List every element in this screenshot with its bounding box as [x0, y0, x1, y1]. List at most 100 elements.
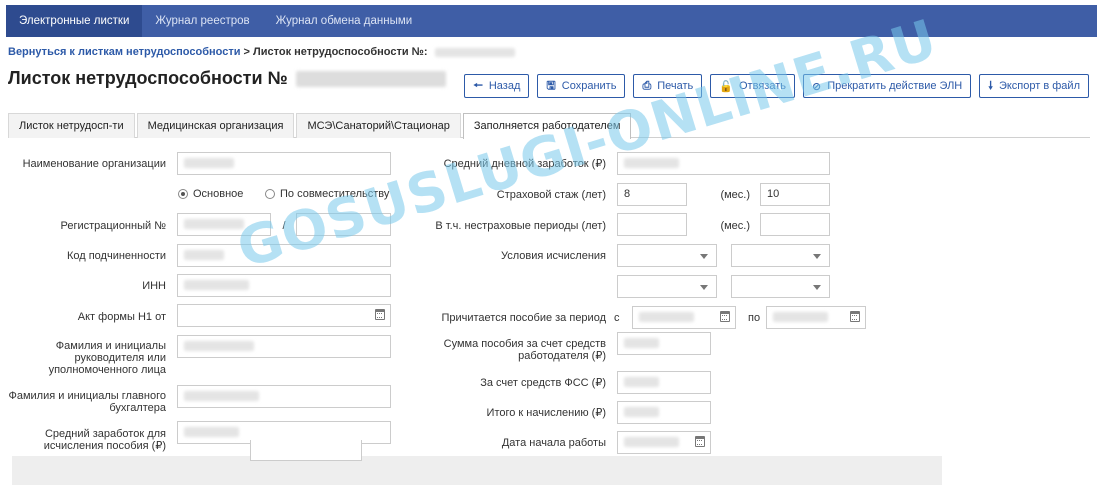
nav-item-exchange-journal[interactable]: Журнал обмена данными	[263, 5, 426, 37]
start-date-label: Дата начала работы	[501, 437, 606, 449]
breadcrumb-back-link[interactable]: Вернуться к листкам нетрудоспособности	[8, 46, 240, 58]
non-insurance-months-field[interactable]	[760, 213, 830, 236]
export-button-label: Экспорт в файл	[998, 80, 1080, 92]
ban-icon: ⊘	[811, 80, 822, 93]
redacted-value	[184, 427, 239, 438]
redacted-value	[773, 312, 828, 323]
daily-earnings-label: Средний дневной заработок (₽)	[443, 158, 606, 170]
total-label: Итого к начислению (₽)	[486, 407, 606, 419]
non-insurance-months-unit: (мес.)	[720, 220, 750, 232]
radio-unchecked-icon	[265, 189, 275, 199]
fss-label: За счет средств ФСС (₽)	[480, 377, 606, 389]
nav-item-electronic-sheets[interactable]: Электронные листки	[6, 5, 143, 37]
redacted-value	[624, 407, 659, 418]
redacted-value	[624, 437, 679, 448]
top-navigation: Электронные листки Журнал реестров Журна…	[6, 5, 1097, 37]
radio-main[interactable]: Основное	[178, 188, 243, 200]
subordination-field[interactable]	[177, 244, 391, 267]
footer-strip	[12, 456, 942, 485]
act-label: Акт формы Н1 от	[77, 311, 166, 323]
reg-num-field[interactable]	[177, 213, 271, 236]
floppy-disk-icon: 🖫	[546, 79, 556, 92]
redacted-value	[624, 158, 679, 169]
fss-field[interactable]	[617, 371, 711, 394]
print-button[interactable]: ⎙ Печать	[633, 74, 703, 98]
redacted-value	[184, 391, 259, 402]
back-button[interactable]: 🠔 Назад	[464, 74, 530, 98]
employer-sum-label: Сумма пособия за счет средств работодате…	[443, 338, 606, 362]
arrow-left-icon: 🠔	[473, 79, 483, 92]
conditions-select-4[interactable]	[731, 275, 830, 298]
calendar-icon[interactable]	[850, 311, 860, 322]
employer-sum-field[interactable]	[617, 332, 711, 355]
terminate-eln-button-label: Прекратить действие ЭЛН	[827, 80, 963, 92]
redacted-value	[639, 312, 694, 323]
period-from-label: с	[614, 312, 620, 324]
inn-field[interactable]	[177, 274, 391, 297]
reg-num-separator: /	[282, 220, 286, 232]
redacted-value	[184, 250, 224, 261]
period-to-field[interactable]	[766, 306, 866, 329]
tab-mse-sanatorium[interactable]: МСЭ\Санаторий\Стационар	[296, 113, 461, 138]
dropdown-fragment	[250, 440, 362, 461]
org-name-field[interactable]	[177, 152, 391, 175]
redacted-sheet-number	[295, 71, 446, 88]
act-date-field[interactable]	[177, 304, 391, 327]
non-insurance-years-field[interactable]	[617, 213, 687, 236]
subordination-label: Код подчиненности	[66, 250, 166, 262]
toolbar: 🠔 Назад 🖫 Сохранить ⎙ Печать 🔓 Отвязать …	[464, 74, 1089, 98]
redacted-value	[184, 219, 244, 230]
redacted-value	[184, 341, 254, 352]
stage-months-field[interactable]: 10	[760, 183, 830, 206]
reg-num-extra-field[interactable]	[296, 213, 391, 236]
unbind-button[interactable]: 🔓 Отвязать	[710, 74, 795, 98]
arrow-down-icon: 🠗	[988, 79, 993, 92]
total-field[interactable]	[617, 401, 711, 424]
period-to-label: по	[748, 312, 761, 324]
daily-earnings-field[interactable]	[617, 152, 830, 175]
head-label: Фамилия и инициалы руководителя или упол…	[48, 340, 166, 376]
terminate-eln-button[interactable]: ⊘ Прекратить действие ЭЛН	[802, 74, 972, 98]
nav-item-registry-journal[interactable]: Журнал реестров	[142, 5, 262, 37]
printer-icon: ⎙	[642, 79, 652, 92]
tab-medical-org[interactable]: Медицинская организация	[136, 113, 295, 138]
breadcrumb-separator: >	[243, 46, 250, 58]
back-button-label: Назад	[488, 80, 521, 92]
stage-months-unit: (мес.)	[720, 189, 750, 201]
period-label: Причитается пособие за период	[441, 312, 606, 324]
conditions-select-1[interactable]	[617, 244, 717, 267]
calendar-icon[interactable]	[720, 311, 730, 322]
breadcrumb: Вернуться к листкам нетрудоспособности >…	[8, 46, 515, 58]
stage-label: Страховой стаж (лет)	[496, 189, 606, 201]
non-insurance-label: В т.ч. нестраховые периоды (лет)	[435, 220, 606, 232]
conditions-select-3[interactable]	[617, 275, 717, 298]
inn-label: ИНН	[142, 280, 166, 292]
unbind-button-label: Отвязать	[739, 80, 786, 92]
period-from-field[interactable]	[632, 306, 736, 329]
head-field[interactable]	[177, 335, 391, 358]
conditions-select-2[interactable]	[731, 244, 830, 267]
radio-main-label: Основное	[193, 188, 244, 200]
save-button[interactable]: 🖫 Сохранить	[537, 74, 626, 98]
accountant-field[interactable]	[177, 385, 391, 408]
reg-num-label: Регистрационный №	[60, 220, 166, 232]
tab-sheet[interactable]: Листок нетрудосп-ти	[8, 113, 135, 138]
stage-years-field[interactable]: 8	[617, 183, 687, 206]
start-date-field[interactable]	[617, 431, 711, 454]
radio-part-time[interactable]: По совместительству	[265, 188, 389, 200]
radio-checked-icon	[178, 189, 188, 199]
breadcrumb-current: Листок нетрудоспособности №:	[253, 46, 428, 58]
print-button-label: Печать	[657, 80, 694, 92]
redacted-value	[624, 377, 659, 388]
page-title: Листок нетрудоспособности №	[8, 68, 446, 89]
redacted-value	[624, 338, 659, 349]
accountant-label: Фамилия и инициалы главного бухгалтера	[8, 390, 166, 414]
calendar-icon[interactable]	[375, 309, 385, 320]
tab-employer[interactable]: Заполняется работодателем	[462, 113, 632, 139]
redacted-value	[184, 158, 234, 169]
redacted-value	[184, 280, 249, 291]
unlock-icon: 🔓	[719, 80, 733, 93]
calendar-icon[interactable]	[695, 436, 705, 447]
export-button[interactable]: 🠗 Экспорт в файл	[979, 74, 1089, 98]
page-title-text: Листок нетрудоспособности №	[8, 68, 288, 88]
